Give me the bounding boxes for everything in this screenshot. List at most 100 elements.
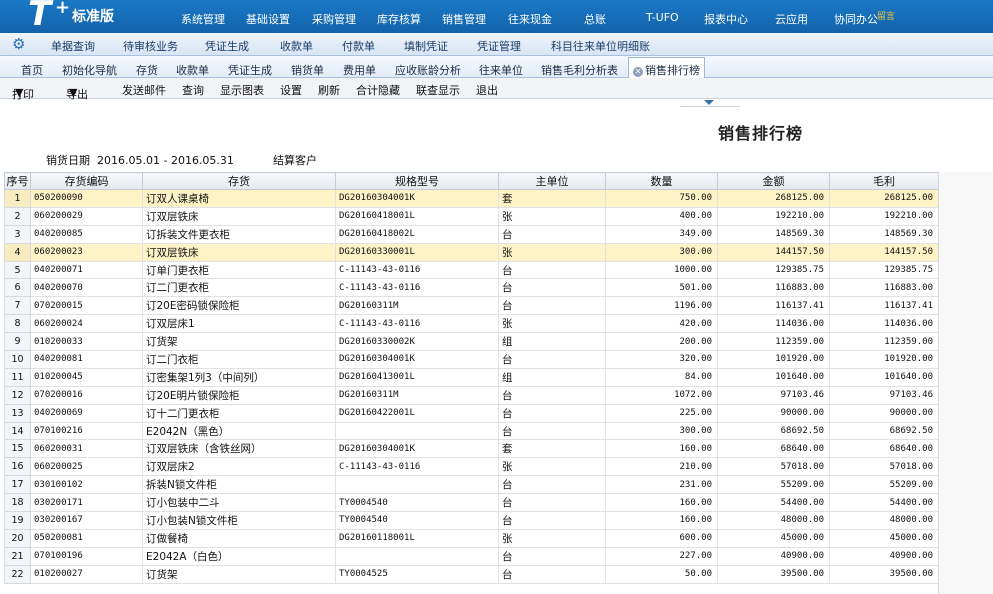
cell-spec[interactable]: DG20160418002L bbox=[335, 224, 499, 244]
cell-profit[interactable]: 116883.00 bbox=[829, 278, 939, 298]
cell-profit[interactable]: 54400.00 bbox=[829, 493, 939, 513]
cell-qty[interactable]: 160.00 bbox=[605, 439, 718, 459]
cell-amount[interactable]: 114036.00 bbox=[717, 314, 830, 334]
quick-voucher-gen[interactable]: 凭证生成 bbox=[205, 38, 249, 54]
cell-unit[interactable]: 台 bbox=[498, 385, 606, 405]
cell-spec[interactable]: TY0004540 bbox=[335, 511, 499, 530]
table-row[interactable]: 19 030200167 订小包装N锁文件柜 TY0004540 台 160.00 4800… bbox=[4, 511, 939, 530]
cell-code[interactable]: 070100216 bbox=[30, 421, 143, 441]
cell-code[interactable]: 030100102 bbox=[30, 475, 143, 495]
cell-spec[interactable]: DG20160418001L bbox=[335, 206, 499, 226]
table-row[interactable]: 6 040200070 订二门更衣柜 C-11143-43-0116 台 501.00 11… bbox=[4, 278, 939, 298]
cell-seq[interactable]: 13 bbox=[4, 403, 31, 423]
cell-name[interactable]: 订十二门更衣柜 bbox=[142, 403, 336, 423]
cell-seq[interactable]: 19 bbox=[4, 511, 31, 530]
cell-profit[interactable]: 57018.00 bbox=[829, 457, 939, 477]
table-row[interactable]: 4 060200023 订双层铁床 DG20160330001L 张 300.00 1441… bbox=[4, 242, 939, 262]
cell-spec[interactable]: TY0004525 bbox=[335, 564, 499, 584]
cell-spec[interactable]: C-11143-43-0116 bbox=[335, 260, 499, 280]
cell-qty[interactable]: 160.00 bbox=[605, 493, 718, 513]
cell-unit[interactable]: 台 bbox=[498, 260, 606, 280]
cell-profit[interactable]: 97103.46 bbox=[829, 385, 939, 405]
table-row[interactable]: 14 070100216 E2042N（黑色）台 300.00 68692.50 6869… bbox=[4, 421, 939, 441]
table-row[interactable]: 2 060200029 订双层铁床 DG20160418001L 张 400.00 1922… bbox=[4, 206, 939, 226]
cell-unit[interactable]: 台 bbox=[498, 224, 606, 244]
cell-seq[interactable]: 8 bbox=[4, 314, 31, 334]
cell-code[interactable]: 060200025 bbox=[30, 457, 143, 477]
table-row[interactable]: 13 040200069 订十二门更衣柜 DG20160422001L 台 225.00 9… bbox=[4, 403, 939, 423]
cell-seq[interactable]: 3 bbox=[4, 224, 31, 244]
cell-spec[interactable]: DG20160422001L bbox=[335, 403, 499, 423]
table-row[interactable]: 12 070200016 订20E明片锁保险柜 DG20160311M 台 1072.00… bbox=[4, 385, 939, 405]
table-row[interactable]: 7 070200015 订20E密码锁保险柜 DG20160311M 台 1196.00 1… bbox=[4, 296, 939, 316]
cell-code[interactable]: 010200033 bbox=[30, 332, 143, 352]
cell-unit[interactable]: 台 bbox=[498, 403, 606, 423]
cell-spec[interactable]: C-11143-43-0116 bbox=[335, 457, 499, 477]
cell-seq[interactable]: 20 bbox=[4, 528, 31, 548]
cell-amount[interactable]: 68692.50 bbox=[717, 421, 830, 441]
cell-profit[interactable]: 39500.00 bbox=[829, 564, 939, 584]
cell-qty[interactable]: 225.00 bbox=[605, 403, 718, 423]
table-row[interactable]: 21 070100196 E2042A（白色）台 227.00 40900.00 4090… bbox=[4, 546, 939, 566]
cell-seq[interactable]: 22 bbox=[4, 564, 31, 584]
cell-amount[interactable]: 112359.00 bbox=[717, 332, 830, 352]
cell-name[interactable]: 订单门更衣柜 bbox=[142, 260, 336, 280]
cell-name[interactable]: 订货架 bbox=[142, 564, 336, 584]
quick-doc-query[interactable]: 单据查询 bbox=[51, 38, 95, 54]
cell-qty[interactable]: 400.00 bbox=[605, 206, 718, 226]
cell-code[interactable]: 070200015 bbox=[30, 296, 143, 316]
quick-payment[interactable]: 付款单 bbox=[342, 38, 375, 54]
cell-amount[interactable]: 57018.00 bbox=[717, 457, 830, 477]
cell-profit[interactable]: 45000.00 bbox=[829, 528, 939, 548]
cell-spec[interactable]: C-11143-43-0116 bbox=[335, 314, 499, 334]
cell-spec[interactable]: DG20160311M bbox=[335, 385, 499, 405]
cell-profit[interactable]: 116137.41 bbox=[829, 296, 939, 316]
tab-inventory[interactable]: 存货 bbox=[132, 59, 162, 78]
menu-receivables-cash[interactable]: 往来现金 bbox=[508, 11, 552, 27]
cell-code[interactable]: 040200081 bbox=[30, 350, 143, 369]
cell-qty[interactable]: 200.00 bbox=[605, 332, 718, 352]
cell-amount[interactable]: 101640.00 bbox=[717, 367, 830, 387]
cell-qty[interactable]: 420.00 bbox=[605, 314, 718, 334]
cell-spec[interactable]: DG20160311M bbox=[335, 296, 499, 316]
cell-code[interactable]: 060200031 bbox=[30, 439, 143, 459]
cell-unit[interactable]: 台 bbox=[498, 475, 606, 495]
cell-name[interactable]: 拆装N锁文件柜 bbox=[142, 475, 336, 495]
menu-cloud-apps[interactable]: 云应用 bbox=[775, 11, 808, 27]
exit-button[interactable]: 退出 bbox=[476, 82, 498, 98]
cell-amount[interactable]: 54400.00 bbox=[717, 493, 830, 513]
cell-profit[interactable]: 268125.00 bbox=[829, 189, 939, 208]
cell-unit[interactable]: 台 bbox=[498, 350, 606, 369]
cell-spec[interactable]: DG20160330001L bbox=[335, 242, 499, 262]
cell-amount[interactable]: 192210.00 bbox=[717, 206, 830, 226]
cell-name[interactable]: 订双层床1 bbox=[142, 314, 336, 334]
cell-amount[interactable]: 144157.50 bbox=[717, 242, 830, 262]
cell-code[interactable]: 040200069 bbox=[30, 403, 143, 423]
cell-code[interactable]: 050200081 bbox=[30, 528, 143, 548]
query-button[interactable]: 查询 bbox=[182, 82, 204, 98]
cell-spec[interactable]: DG20160304001K bbox=[335, 189, 499, 208]
cell-spec[interactable] bbox=[335, 475, 499, 495]
cell-name[interactable]: 订密集架1列3（中间列） bbox=[142, 367, 336, 387]
table-row[interactable]: 11 010200045 订密集架1列3（中间列） DG20160413001L 组 84… bbox=[4, 367, 939, 387]
cell-profit[interactable]: 90000.00 bbox=[829, 403, 939, 423]
tab-init-guide[interactable]: 初始化导航 bbox=[58, 59, 121, 78]
cell-qty[interactable]: 210.00 bbox=[605, 457, 718, 477]
cell-unit[interactable]: 台 bbox=[498, 296, 606, 316]
cell-qty[interactable]: 320.00 bbox=[605, 350, 718, 369]
cell-profit[interactable]: 55209.00 bbox=[829, 475, 939, 495]
cell-unit[interactable]: 张 bbox=[498, 457, 606, 477]
cell-name[interactable]: 订双层铁床 bbox=[142, 242, 336, 262]
cell-name[interactable]: 订二门衣柜 bbox=[142, 350, 336, 369]
show-chart-button[interactable]: 显示图表 bbox=[220, 82, 264, 98]
cell-name[interactable]: 订货架 bbox=[142, 332, 336, 352]
cell-spec[interactable]: DG20160304001K bbox=[335, 439, 499, 459]
cell-seq[interactable]: 18 bbox=[4, 493, 31, 513]
cell-unit[interactable]: 张 bbox=[498, 314, 606, 334]
cell-qty[interactable]: 349.00 bbox=[605, 224, 718, 244]
menu-purchase[interactable]: 采购管理 bbox=[312, 11, 356, 27]
cell-unit[interactable]: 套 bbox=[498, 189, 606, 208]
subtotal-hide-button[interactable]: 合计隐藏 bbox=[356, 82, 400, 98]
cell-qty[interactable]: 1196.00 bbox=[605, 296, 718, 316]
cell-amount[interactable]: 55209.00 bbox=[717, 475, 830, 495]
